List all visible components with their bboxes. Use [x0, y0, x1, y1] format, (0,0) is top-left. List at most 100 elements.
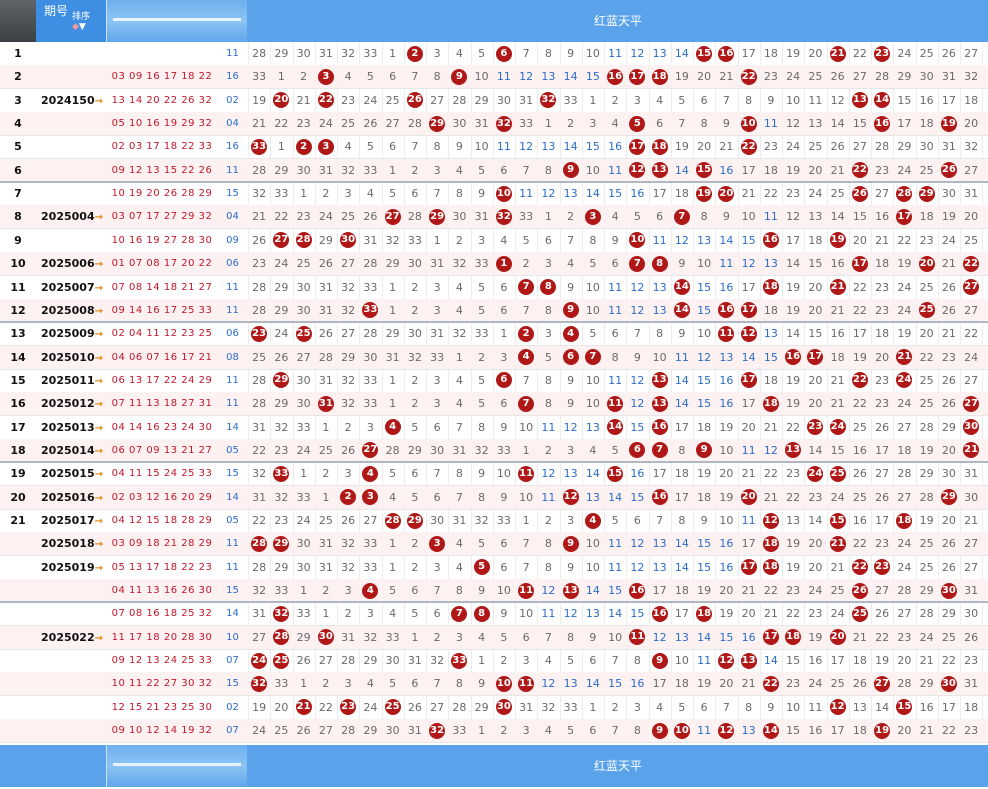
number-cell: 12 [563, 420, 578, 434]
number-cell: 10 [585, 280, 600, 294]
number-cell: 4 [611, 210, 619, 224]
number-cell: 20 [741, 607, 756, 621]
number-cell: 13 [652, 280, 667, 294]
number-cell: 24 [830, 607, 845, 621]
red-ball: 9 [651, 652, 668, 669]
number-cell: 9 [478, 584, 486, 598]
number-cell: 16 [719, 560, 734, 574]
red-ball: 15 [829, 512, 846, 529]
number-cell: 14 [697, 630, 712, 644]
number-cell: 28 [897, 467, 912, 481]
drawn-numbers: 04 06 07 16 17 21 [111, 351, 213, 363]
number-cell: 14 [608, 607, 623, 621]
number-cell: 24 [941, 233, 956, 247]
period-cell [38, 719, 106, 742]
number-cell: 5 [611, 514, 619, 527]
number-cell: 19 [697, 467, 712, 481]
red-ball: 19 [829, 232, 846, 249]
red-ball: 6 [495, 45, 512, 62]
number-cell: 3 [344, 187, 352, 201]
number-cell: 19 [919, 443, 934, 457]
number-cell: 13 [786, 514, 801, 527]
number-cell: 12 [786, 117, 801, 131]
number-cell: 28 [875, 70, 890, 84]
period-cell [38, 229, 106, 252]
number-cell: 13 [852, 700, 867, 714]
number-cell: 2 [411, 560, 419, 574]
number-cell: 32 [341, 47, 356, 60]
number-cell: 33 [385, 630, 400, 644]
number-cell: 6 [656, 210, 664, 224]
sort-arrows-icon[interactable]: ◆▼ [72, 22, 86, 32]
red-ball: 4 [362, 582, 379, 599]
blue-ball-number: 15 [226, 468, 239, 480]
number-cell: 19 [697, 584, 712, 598]
number-cell: 7 [567, 233, 575, 247]
number-cell: 28 [252, 280, 267, 294]
period-cell [38, 649, 106, 672]
number-cell: 24 [363, 700, 378, 714]
number-cell: 17 [786, 233, 801, 247]
number-cell: 2 [611, 93, 619, 107]
number-cell: 31 [964, 187, 979, 201]
number-cell: 17 [652, 677, 667, 691]
row-index: 15 [10, 373, 26, 387]
number-cell: 2 [567, 210, 575, 224]
number-cell: 25 [830, 677, 845, 691]
number-cell: 21 [741, 467, 756, 481]
row-index: 1 [14, 47, 22, 60]
number-cell: 15 [608, 584, 623, 598]
number-cell: 11 [519, 187, 534, 201]
number-cell: 28 [252, 397, 267, 411]
number-cell: 31 [474, 210, 489, 224]
number-cell: 5 [411, 420, 419, 434]
number-cell: 25 [964, 233, 979, 247]
number-cell: 24 [897, 163, 912, 177]
number-cell: 12 [763, 443, 778, 457]
number-cell: 12 [519, 140, 534, 154]
number-cell: 21 [875, 233, 890, 247]
number-cell: 8 [589, 233, 597, 247]
number-cell: 10 [741, 210, 756, 224]
red-ball: 7 [584, 349, 601, 366]
number-cell: 9 [678, 327, 686, 341]
number-cell: 31 [474, 117, 489, 131]
number-cell: 3 [433, 163, 441, 177]
period-cell [38, 65, 106, 88]
number-cell: 1 [277, 140, 285, 154]
number-cell: 4 [455, 47, 463, 60]
red-ball: 22 [740, 68, 757, 85]
row-index [0, 579, 36, 602]
number-cell: 26 [941, 373, 956, 387]
red-ball: 25 [384, 699, 401, 716]
number-cell: 11 [741, 514, 756, 527]
number-cell: 4 [611, 117, 619, 131]
number-cell: 18 [919, 117, 934, 131]
number-cell: 13 [719, 350, 734, 364]
row-index: 10 [10, 257, 26, 271]
period-header[interactable]: 期号 排序 ◆▼ [36, 0, 106, 42]
number-cell: 21 [964, 514, 979, 527]
blue-ball-number: 11 [226, 164, 239, 176]
number-cell: 22 [763, 467, 778, 481]
number-cell: 17 [852, 327, 867, 341]
number-cell: 15 [697, 560, 712, 574]
number-cell: 26 [341, 514, 356, 527]
number-cell: 22 [852, 280, 867, 294]
number-cell: 24 [296, 443, 311, 457]
number-cell: 14 [563, 70, 578, 84]
period-number: 2025015 [41, 467, 95, 481]
number-cell: 8 [700, 210, 708, 224]
red-ball: 25 [273, 652, 290, 669]
number-cell: 5 [411, 490, 419, 504]
number-cell: 6 [656, 117, 664, 131]
sort-label[interactable]: 排序 [72, 9, 90, 22]
number-cell: 24 [964, 350, 979, 364]
number-cell: 6 [700, 700, 708, 714]
period-number: 2025019 [41, 560, 95, 574]
red-ball: 17 [851, 255, 868, 272]
number-cell: 28 [341, 724, 356, 738]
number-cell: 29 [274, 397, 289, 411]
red-ball: 20 [829, 629, 846, 646]
number-cell: 20 [697, 70, 712, 84]
